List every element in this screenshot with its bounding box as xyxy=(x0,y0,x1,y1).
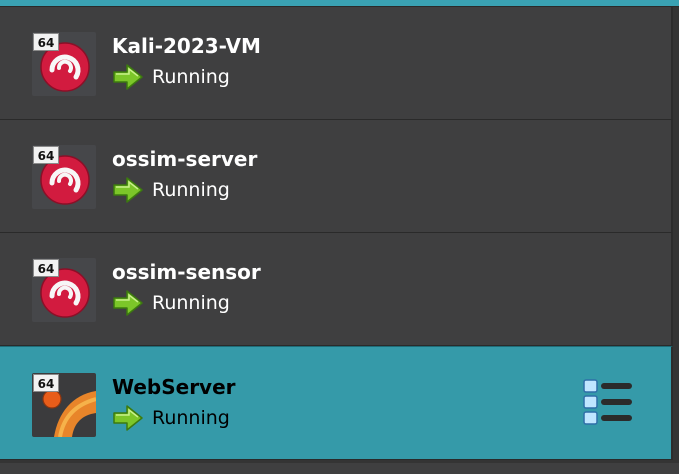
vm-name: WebServer xyxy=(112,375,236,399)
green-arrow-icon xyxy=(113,177,143,203)
green-arrow-icon xyxy=(113,64,143,90)
vm-state: Running xyxy=(112,403,230,433)
debian-swirl-icon: 64 xyxy=(32,32,96,96)
vm-state-label: Running xyxy=(152,66,230,88)
ubuntu-icon: 64 xyxy=(32,373,96,437)
green-arrow-icon xyxy=(113,290,143,316)
vm-name: ossim-sensor xyxy=(112,260,261,284)
vm-name: ossim-server xyxy=(112,147,258,171)
vm-name: Kali-2023-VM xyxy=(112,34,261,58)
vm-list-item-ossim-sensor[interactable]: 64 ossim-sensor Running xyxy=(0,233,673,346)
vm-list-item-ossim-server[interactable]: 64 ossim-server Running xyxy=(0,120,673,233)
vm-list: 64 Kali-2023-VM Running 64 ossim-server xyxy=(0,7,679,460)
vm-list-item-webserver[interactable]: 64 WebServer Running xyxy=(0,346,673,460)
vm-state: Running xyxy=(112,175,230,205)
vm-state-label: Running xyxy=(152,179,230,201)
debian-swirl-icon: 64 xyxy=(32,145,96,209)
arch-64-badge: 64 xyxy=(33,33,59,51)
vm-state-label: Running xyxy=(152,407,230,429)
list-remaining-space xyxy=(0,463,679,474)
green-arrow-icon xyxy=(113,405,143,431)
arch-64-badge: 64 xyxy=(33,259,59,277)
vm-state: Running xyxy=(112,288,230,318)
previous-item-edge xyxy=(0,0,679,7)
vm-state-label: Running xyxy=(152,292,230,314)
tools-menu-button[interactable] xyxy=(583,377,635,427)
arch-64-badge: 64 xyxy=(33,374,59,392)
tools-menu-icon xyxy=(583,379,632,425)
debian-swirl-icon: 64 xyxy=(32,258,96,322)
arch-64-badge: 64 xyxy=(33,146,59,164)
vm-state: Running xyxy=(112,62,230,92)
vm-list-item-kali-2023-vm[interactable]: 64 Kali-2023-VM Running xyxy=(0,7,673,120)
